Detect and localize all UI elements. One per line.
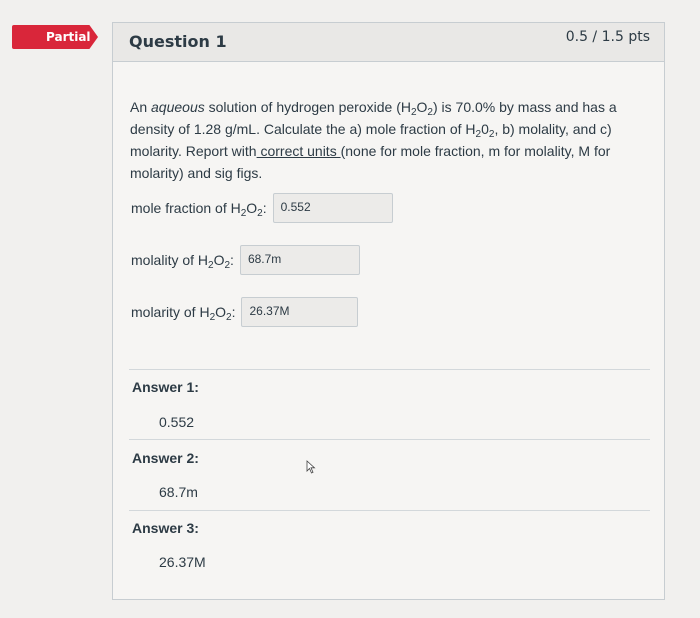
mole-fraction-label: mole fraction of H2O2: <box>131 200 267 219</box>
question-header: Question 1 0.5 / 1.5 pts <box>113 23 664 62</box>
divider <box>129 439 650 440</box>
molarity-answer-field[interactable]: 26.37M <box>241 297 359 327</box>
answer-1-label: Answer 1: <box>132 379 199 395</box>
answer-3-label: Answer 3: <box>132 520 199 536</box>
molality-row: molality of H2O2: 68.7m <box>131 245 360 275</box>
answer-1-value: 0.552 <box>159 414 195 430</box>
mole-fraction-answer-field[interactable]: 0.552 <box>272 193 393 223</box>
grade-status-label: Partial <box>46 30 91 44</box>
molarity-row: molarity of H2O2: 26.37M <box>131 297 359 327</box>
molality-label: molality of H2O2: <box>131 252 234 271</box>
question-points: 0.5 / 1.5 pts <box>565 29 650 45</box>
answer-2-label: Answer 2: <box>132 450 199 466</box>
question-text: An aqueous solution of hydrogen peroxide… <box>130 96 650 184</box>
divider <box>129 510 650 511</box>
mole-fraction-row: mole fraction of H2O2: 0.552 <box>131 193 393 223</box>
mouse-pointer-icon <box>306 460 316 474</box>
molality-answer-field[interactable]: 68.7m <box>239 245 360 275</box>
answer-3-value: 26.37M <box>159 554 206 570</box>
molarity-label: molarity of H2O2: <box>131 304 236 323</box>
grade-status-badge: Partial <box>12 25 98 49</box>
answer-2-value: 68.7m <box>159 484 198 500</box>
divider <box>129 369 650 370</box>
question-card: Question 1 0.5 / 1.5 pts An aqueous solu… <box>112 22 665 600</box>
question-paragraph: An aqueous solution of hydrogen peroxide… <box>130 99 617 181</box>
question-title: Question 1 <box>129 32 227 51</box>
